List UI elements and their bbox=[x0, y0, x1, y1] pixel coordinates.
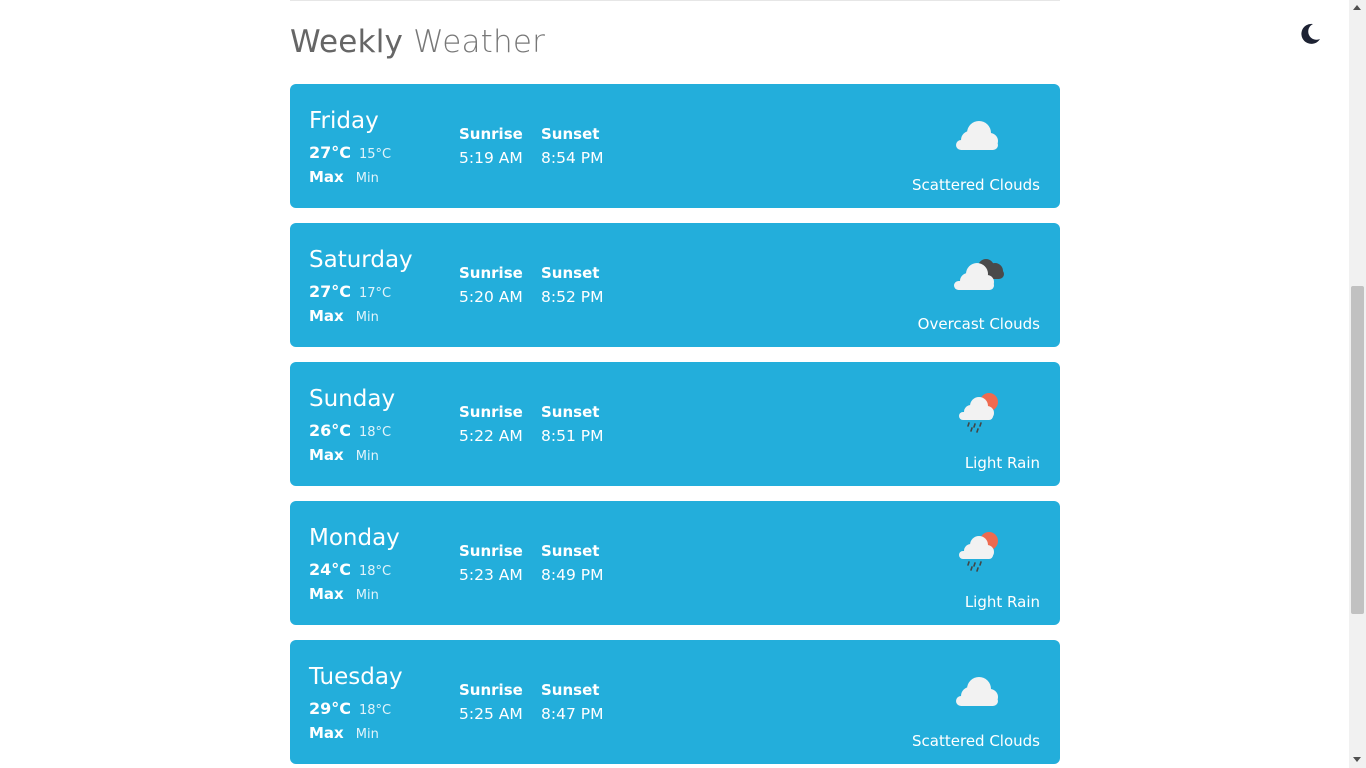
temperature-labels: Max Min bbox=[309, 723, 379, 742]
condition-text: Light Rain bbox=[964, 593, 1040, 611]
condition-text: Scattered Clouds bbox=[912, 176, 1040, 194]
sunrise-time: 5:25 AM bbox=[459, 705, 523, 723]
min-temp: 15°C bbox=[359, 147, 392, 162]
min-label: Min bbox=[355, 449, 379, 464]
max-label: Max bbox=[309, 724, 344, 742]
min-temp: 18°C bbox=[359, 564, 392, 579]
min-label: Min bbox=[355, 727, 379, 742]
max-label: Max bbox=[309, 446, 344, 464]
title-word-weather: Weather bbox=[413, 24, 546, 60]
max-temp: 24°C bbox=[309, 560, 352, 579]
sunrise-time: 5:22 AM bbox=[459, 427, 523, 445]
temperature-labels: Max Min bbox=[309, 584, 379, 603]
temperature-row: 24°C 18°C bbox=[309, 560, 391, 579]
forecast-card-friday: Friday 27°C 15°C Max Min Sunrise Sunset 5:… bbox=[290, 84, 1060, 208]
min-label: Min bbox=[355, 171, 379, 186]
sunrise-label: Sunrise bbox=[459, 542, 523, 560]
scroll-up-arrow-icon[interactable] bbox=[1353, 5, 1361, 10]
day-name: Friday bbox=[309, 108, 379, 134]
temperature-labels: Max Min bbox=[309, 445, 379, 464]
temperature-labels: Max Min bbox=[309, 306, 379, 325]
scroll-down-arrow-icon[interactable] bbox=[1353, 757, 1361, 762]
page-title: Weekly Weather bbox=[290, 24, 545, 60]
min-temp: 17°C bbox=[359, 286, 392, 301]
sunrise-time: 5:19 AM bbox=[459, 149, 523, 167]
forecast-card-sunday: Sunday 26°C 18°C Max Min Sunrise Sunset 5:… bbox=[290, 362, 1060, 486]
day-name: Saturday bbox=[309, 247, 413, 273]
max-label: Max bbox=[309, 168, 344, 186]
temperature-row: 26°C 18°C bbox=[309, 421, 391, 440]
scattered-clouds-icon bbox=[940, 666, 1016, 714]
day-name: Sunday bbox=[309, 386, 396, 412]
temperature-labels: Max Min bbox=[309, 167, 379, 186]
sunrise-label: Sunrise bbox=[459, 403, 523, 421]
max-temp: 27°C bbox=[309, 282, 352, 301]
sunset-time: 8:49 PM bbox=[541, 566, 604, 584]
moon-icon bbox=[1301, 23, 1320, 44]
max-temp: 29°C bbox=[309, 699, 352, 718]
day-name: Monday bbox=[309, 525, 400, 551]
temperature-row: 27°C 17°C bbox=[309, 282, 391, 301]
sunset-label: Sunset bbox=[541, 125, 600, 143]
light-rain-icon bbox=[940, 388, 1016, 436]
sunset-label: Sunset bbox=[541, 681, 600, 699]
condition-text: Overcast Clouds bbox=[917, 315, 1040, 333]
sunrise-label: Sunrise bbox=[459, 681, 523, 699]
dark-mode-toggle[interactable] bbox=[1296, 20, 1324, 48]
sunrise-label: Sunrise bbox=[459, 264, 523, 282]
forecast-card-saturday: Saturday 27°C 17°C Max Min Sunrise Sunset … bbox=[290, 223, 1060, 347]
sunrise-time: 5:20 AM bbox=[459, 288, 523, 306]
sunset-time: 8:52 PM bbox=[541, 288, 604, 306]
scattered-clouds-icon bbox=[940, 110, 1016, 158]
temperature-row: 27°C 15°C bbox=[309, 143, 391, 162]
max-temp: 26°C bbox=[309, 421, 352, 440]
temperature-row: 29°C 18°C bbox=[309, 699, 391, 718]
sunset-label: Sunset bbox=[541, 403, 600, 421]
sunset-time: 8:51 PM bbox=[541, 427, 604, 445]
light-rain-icon bbox=[940, 527, 1016, 575]
sunset-time: 8:54 PM bbox=[541, 149, 604, 167]
sunset-label: Sunset bbox=[541, 264, 600, 282]
day-name: Tuesday bbox=[309, 664, 403, 690]
forecast-card-monday: Monday 24°C 18°C Max Min Sunrise Sunset 5:… bbox=[290, 501, 1060, 625]
min-temp: 18°C bbox=[359, 703, 392, 718]
max-label: Max bbox=[309, 307, 344, 325]
forecast-card-tuesday: Tuesday 29°C 18°C Max Min Sunrise Sunset 5… bbox=[290, 640, 1060, 764]
scroll-thumb[interactable] bbox=[1351, 286, 1364, 614]
condition-text: Light Rain bbox=[964, 454, 1040, 472]
top-divider bbox=[290, 0, 1060, 1]
min-temp: 18°C bbox=[359, 425, 392, 440]
max-temp: 27°C bbox=[309, 143, 352, 162]
vertical-scrollbar[interactable] bbox=[1349, 0, 1366, 768]
condition-text: Scattered Clouds bbox=[912, 732, 1040, 750]
max-label: Max bbox=[309, 585, 344, 603]
sunrise-time: 5:23 AM bbox=[459, 566, 523, 584]
sunrise-label: Sunrise bbox=[459, 125, 523, 143]
sunset-time: 8:47 PM bbox=[541, 705, 604, 723]
overcast-clouds-icon bbox=[940, 249, 1016, 297]
min-label: Min bbox=[355, 310, 379, 325]
sunset-label: Sunset bbox=[541, 542, 600, 560]
min-label: Min bbox=[355, 588, 379, 603]
title-word-weekly: Weekly bbox=[290, 24, 404, 60]
